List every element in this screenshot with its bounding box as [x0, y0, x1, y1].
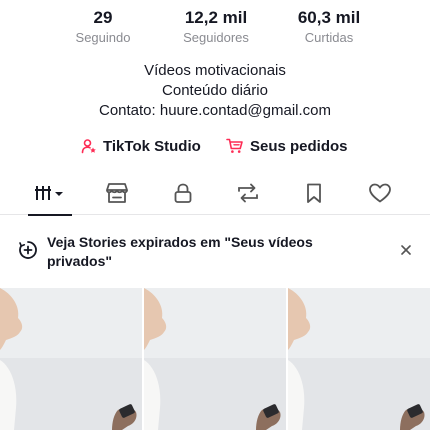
likes-stat[interactable]: 60,3 mil Curtidas [298, 6, 360, 46]
favorites-tab[interactable] [292, 171, 336, 215]
add-story-icon [19, 241, 37, 259]
orders-label: Seus pedidos [250, 137, 348, 155]
bookmark-icon [307, 183, 321, 203]
shop-tab[interactable] [95, 171, 139, 215]
following-count: 29 [93, 8, 113, 27]
followers-stat[interactable]: 12,2 mil Seguidores [183, 6, 249, 46]
liked-tab[interactable] [358, 171, 402, 215]
close-icon[interactable] [398, 242, 414, 258]
grid-bars-icon [35, 186, 63, 200]
likes-count: 60,3 mil [297, 8, 361, 27]
thumbnail-image [288, 288, 430, 430]
cart-icon [226, 138, 243, 153]
profile-bio: Vídeos motivacionais Conteúdo diário Con… [0, 61, 430, 121]
repost-icon [238, 183, 258, 203]
studio-user-icon [81, 139, 96, 154]
video-thumbnail[interactable] [144, 288, 286, 430]
banner-text: Veja Stories expirados em "Seus vídeos p… [47, 234, 313, 269]
thumbnail-image [144, 288, 286, 430]
following-stat[interactable]: 29 Seguindo [76, 6, 131, 46]
followers-label: Seguidores [183, 30, 249, 45]
private-tab[interactable] [161, 171, 205, 215]
tiktok-studio-link[interactable]: TikTok Studio [81, 135, 201, 157]
video-thumbnail[interactable] [0, 288, 142, 430]
orders-link[interactable]: Seus pedidos [226, 135, 348, 157]
shop-icon [106, 183, 128, 203]
reposts-tab[interactable] [226, 171, 270, 215]
thumbnail-image [0, 288, 142, 430]
videos-grid-tab[interactable] [28, 171, 72, 216]
likes-label: Curtidas [304, 30, 354, 45]
tiktok-studio-label: TikTok Studio [103, 137, 201, 155]
profile-links: TikTok Studio Seus pedidos [0, 135, 430, 157]
following-label: Seguindo [75, 30, 131, 45]
video-thumbnail[interactable] [288, 288, 430, 430]
bio-line: Conteúdo diário [162, 82, 268, 99]
bio-contact-line: Contato: huure.contad@gmail.com [98, 102, 332, 119]
video-grid [0, 288, 430, 430]
profile-tabs [0, 171, 430, 216]
profile-stats: 29 Seguindo 12,2 mil Seguidores 60,3 mil… [0, 6, 430, 52]
heart-icon [369, 183, 391, 203]
expired-stories-banner[interactable]: Veja Stories expirados em "Seus vídeos p… [0, 226, 430, 286]
followers-count: 12,2 mil [184, 8, 248, 27]
bio-line: Vídeos motivacionais [144, 62, 286, 79]
lock-icon [174, 183, 192, 203]
